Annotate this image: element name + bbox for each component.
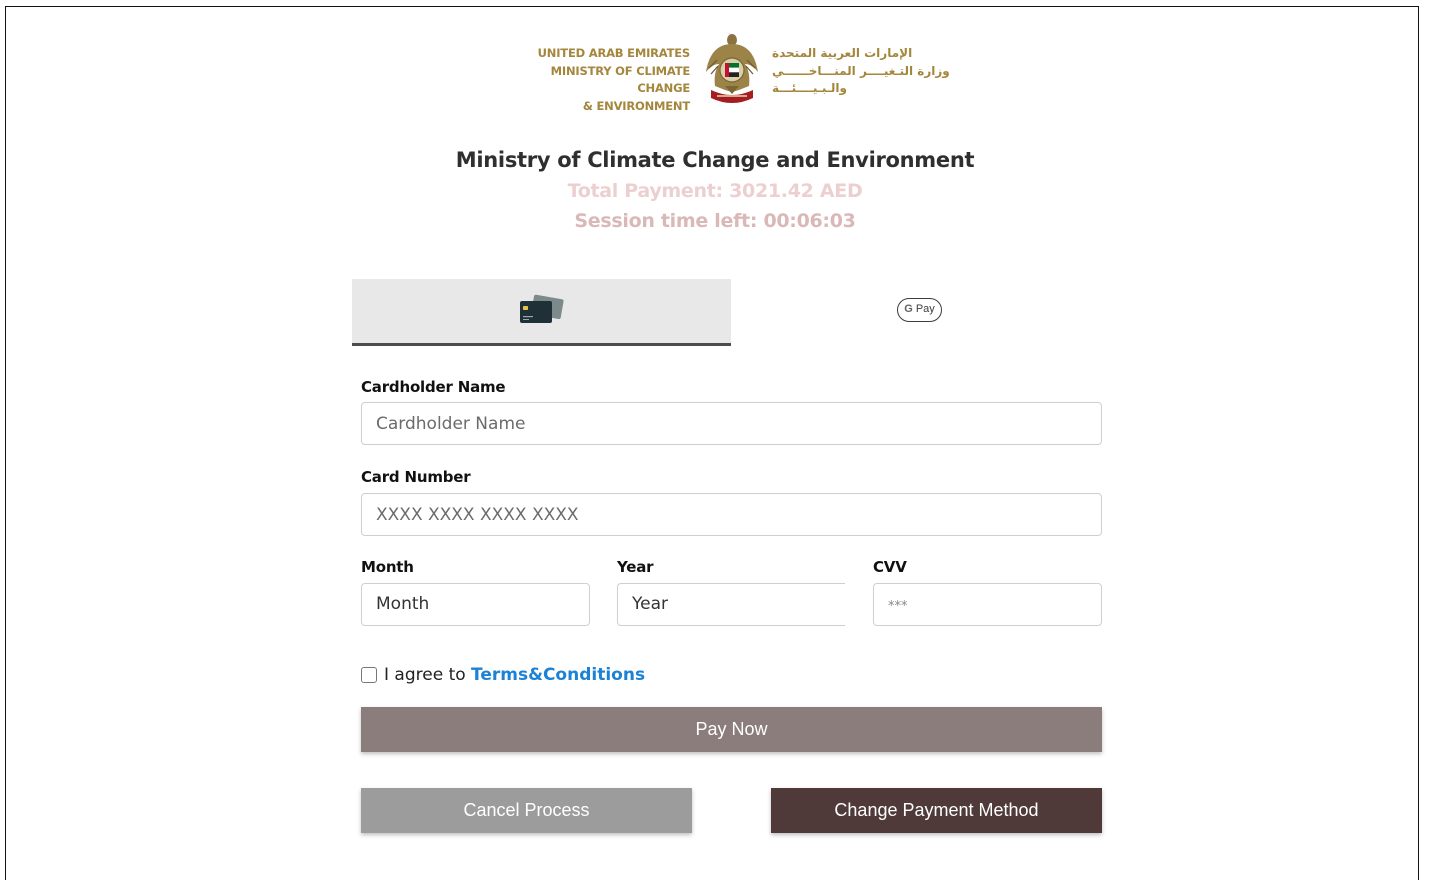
ministry-logo: UNITED ARAB EMIRATES MINISTRY OF CLIMATE… [500,28,972,113]
gpay-g-letter: G [904,303,913,315]
tab-google-pay[interactable]: G Pay [733,279,1112,343]
change-payment-method-button[interactable]: Change Payment Method [771,788,1102,833]
card-number-input[interactable] [361,493,1102,536]
uae-emblem-icon [706,32,758,103]
google-pay-icon: G Pay [897,298,942,322]
session-timer: Session time left: 00:06:03 [574,210,856,232]
cancel-process-button[interactable]: Cancel Process [361,788,692,833]
logo-english-text: UNITED ARAB EMIRATES MINISTRY OF CLIMATE… [500,45,691,115]
cardholder-label: Cardholder Name [361,378,506,396]
month-label: Month [361,558,414,576]
agree-label: I agree to [384,665,472,685]
logo-en-line1: UNITED ARAB EMIRATES [537,46,691,60]
logo-ar-line1: الإمارات العربية المتحدة [772,46,913,60]
logo-arabic-text: الإمارات العربية المتحدة وزارة التـغيـــ… [772,45,972,98]
cvv-input[interactable] [873,583,1102,626]
cvv-label: CVV [873,558,907,576]
credit-card-icon [520,294,564,323]
card-number-label: Card Number [361,468,471,486]
tab-card-payment[interactable] [352,279,731,346]
cardholder-input[interactable] [361,402,1102,445]
terms-link[interactable]: Terms&Conditions [471,665,645,685]
agree-text: I agree to Terms&Conditions [384,665,645,685]
logo-ar-line2: وزارة التـغيــــر المنـــاخــــــي [772,63,950,78]
logo-en-line3: & ENVIRONMENT [582,98,690,113]
logo-en-line2: MINISTRY OF CLIMATE CHANGE [550,63,691,96]
pay-now-button[interactable]: Pay Now [361,707,1102,752]
month-select[interactable]: Month [361,583,590,626]
gpay-text: Pay [915,303,935,315]
logo-ar-line3: والـبـيــــئـــة [772,81,847,95]
terms-checkbox[interactable] [361,667,377,683]
total-payment: Total Payment: 3021.42 AED [567,180,863,202]
year-label: Year [617,558,654,576]
page-title: Ministry of Climate Change and Environme… [455,148,975,172]
year-select[interactable]: Year [617,583,845,626]
